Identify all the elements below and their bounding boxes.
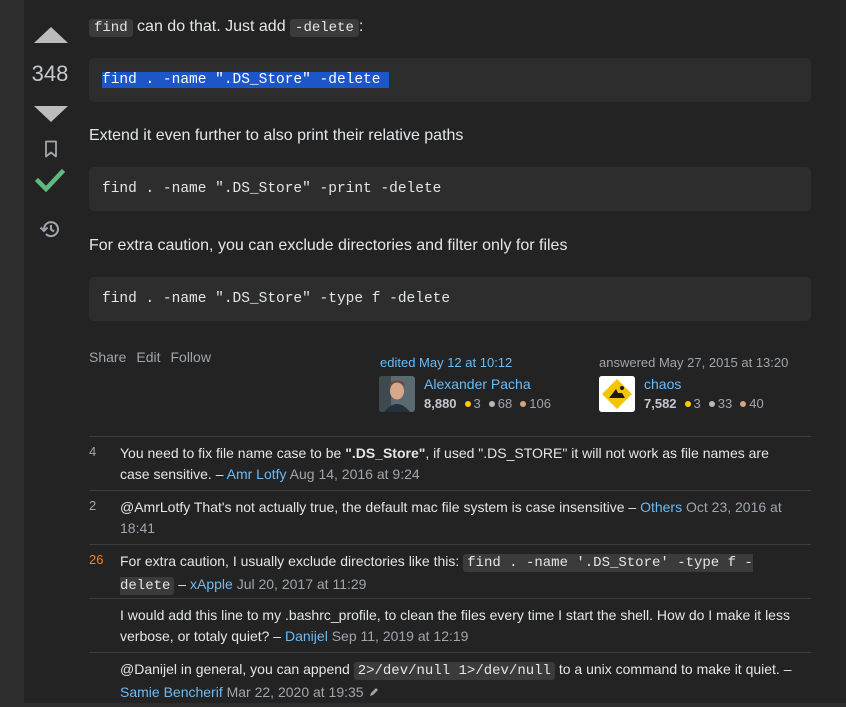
pencil-edited-icon	[368, 683, 380, 704]
editor-reputation: 8,880 3 68 106	[424, 396, 551, 411]
comment-score: 26	[89, 552, 104, 567]
gold-badge-icon	[464, 401, 471, 408]
comment: @Danijel in general, you can append 2>/d…	[89, 652, 811, 707]
downvote-button[interactable]	[34, 106, 68, 122]
answer-post: 348 find can do that. Just add -delete: …	[24, 0, 846, 703]
comment-user-link[interactable]: xApple	[190, 576, 233, 592]
comment: 26 For extra caution, I usually exclude …	[89, 544, 811, 599]
comment-date[interactable]: Aug 14, 2016 at 9:24	[290, 466, 420, 482]
editor-name-link[interactable]: Alexander Pacha	[424, 376, 531, 392]
inline-code: -delete	[290, 19, 359, 37]
code-block[interactable]: find . -name ".DS_Store" -type f -delete	[89, 277, 811, 321]
comment-date[interactable]: Sep 11, 2019 at 12:19	[332, 628, 469, 644]
inline-code: 2>/dev/null 1>/dev/null	[353, 662, 555, 680]
upvote-button[interactable]	[34, 27, 68, 43]
accepted-checkmark-icon	[35, 168, 65, 194]
comment-text: @AmrLotfy That's not actually true, the …	[120, 499, 782, 536]
paragraph: Extend it even further to also print the…	[89, 127, 464, 144]
code-block[interactable]: find . -name ".DS_Store" -delete	[89, 58, 811, 102]
bookmark-icon[interactable]	[43, 140, 59, 158]
comment-user-link[interactable]: Amr Lotfy	[227, 466, 287, 482]
author-reputation: 7,582 3 33 40	[644, 396, 764, 411]
comment-score: 4	[89, 444, 97, 459]
code-block[interactable]: find . -name ".DS_Store" -print -delete	[89, 167, 811, 211]
share-link[interactable]: Share	[89, 349, 126, 365]
comment-text: You need to fix file name case to be ".D…	[120, 445, 769, 482]
silver-badge-icon	[488, 401, 495, 408]
comment: 4 You need to fix file name case to be "…	[89, 436, 811, 491]
post-menu: Share Edit Follow	[89, 349, 221, 365]
edit-link[interactable]: Edit	[136, 349, 160, 365]
comment-text: I would add this line to my .bashrc_prof…	[120, 607, 790, 644]
comment-date[interactable]: Jul 20, 2017 at 11:29	[237, 576, 367, 592]
comment-text: @Danijel in general, you can append 2>/d…	[120, 659, 800, 703]
bronze-badge-icon	[520, 401, 527, 408]
inline-code: find	[89, 19, 133, 37]
gold-badge-icon	[684, 401, 691, 408]
avatar[interactable]	[599, 376, 635, 412]
comment-user-link[interactable]: Others	[640, 499, 682, 515]
history-icon[interactable]	[39, 219, 61, 239]
comment: 2 @AmrLotfy That's not actually true, th…	[89, 490, 811, 545]
intro-paragraph: find can do that. Just add -delete:	[89, 16, 363, 39]
comment-text: For extra caution, I usually exclude dir…	[120, 553, 753, 595]
selected-code[interactable]: find . -name ".DS_Store" -delete	[102, 72, 390, 88]
avatar[interactable]	[379, 376, 415, 412]
follow-link[interactable]: Follow	[170, 349, 210, 365]
paragraph: For extra caution, you can exclude direc…	[89, 237, 568, 254]
bronze-badge-icon	[740, 401, 747, 408]
comment-user-link[interactable]: Danijel	[285, 628, 328, 644]
author-name-link[interactable]: chaos	[644, 376, 681, 392]
vote-count: 348	[31, 61, 69, 86]
comment-score: 2	[89, 498, 97, 513]
comment: I would add this line to my .bashrc_prof…	[89, 598, 811, 653]
answered-timestamp: answered May 27, 2015 at 13:20	[599, 355, 789, 370]
comment-date[interactable]: Mar 22, 2020 at 19:35	[227, 684, 364, 700]
comment-user-link[interactable]: Samie Bencherif	[120, 684, 223, 700]
edited-timestamp-link[interactable]: edited May 12 at 10:12	[380, 355, 512, 370]
silver-badge-icon	[708, 401, 715, 408]
